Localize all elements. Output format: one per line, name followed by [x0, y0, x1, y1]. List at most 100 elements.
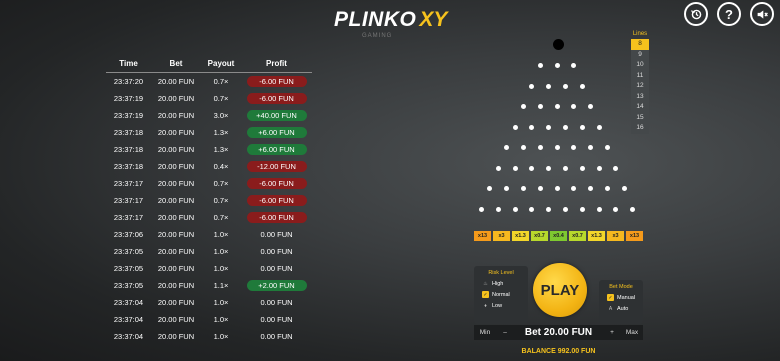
cell-bet: 20.00 FUN	[157, 145, 195, 154]
cell-profit: 0.00 FUN	[260, 315, 293, 324]
peg	[630, 206, 636, 212]
lines-option-11[interactable]: 11	[631, 70, 649, 81]
lines-option-16[interactable]: 16	[631, 123, 649, 134]
cell-bet: 20.00 FUN	[157, 315, 195, 324]
cell-payout: 1.0×	[213, 247, 229, 256]
cell-profit: 0.00 FUN	[260, 298, 293, 307]
peg	[546, 165, 552, 171]
table-row: 23:37:06 20.00 FUN 1.0× 0.00 FUN	[106, 226, 312, 243]
max-bet-button[interactable]: Max	[621, 325, 643, 340]
peg	[529, 165, 535, 171]
game-logo: PLINKO XY GAMING	[334, 8, 447, 40]
peg	[571, 63, 577, 68]
cell-profit: 0.00 FUN	[260, 230, 293, 239]
bet-amount-bar: Min – Bet 20.00 FUN + Max	[474, 325, 643, 340]
lines-option-8[interactable]: 8	[631, 39, 649, 50]
peg	[562, 165, 568, 171]
history-icon[interactable]	[684, 2, 708, 26]
lines-option-12[interactable]: 12	[631, 81, 649, 92]
bet-mode-option-manual[interactable]: ✓ Manual	[599, 294, 643, 301]
header-time: Time	[119, 58, 138, 68]
table-row: 23:37:18 20.00 FUN 1.3× +6.00 FUN	[106, 141, 312, 158]
logo-subtitle: GAMING	[362, 33, 393, 39]
peg	[529, 83, 535, 89]
peg	[579, 165, 585, 171]
bet-mode-panel: Bet Mode ✓ Manual A Auto	[599, 280, 643, 324]
bet-mode-option-auto[interactable]: A Auto	[599, 305, 643, 312]
peg	[571, 104, 577, 109]
lines-option-13[interactable]: 13	[631, 91, 649, 102]
peg	[537, 63, 543, 68]
multiplier-slot: x0.4	[550, 231, 567, 241]
table-row: 23:37:04 20.00 FUN 1.0× 0.00 FUN	[106, 328, 312, 345]
top-toolbar: ?	[684, 2, 774, 26]
risk-option-low[interactable]: ♦ Low	[474, 302, 528, 309]
cell-profit: -6.00 FUN	[246, 212, 307, 223]
cell-profit: -6.00 FUN	[246, 93, 307, 104]
peg	[512, 206, 518, 212]
cell-payout: 1.3×	[213, 145, 229, 154]
cell-bet: 20.00 FUN	[157, 196, 195, 205]
cell-bet: 20.00 FUN	[157, 162, 195, 171]
multiplier-slot: x0.7	[531, 231, 548, 241]
cell-profit: -6.00 FUN	[246, 76, 307, 87]
table-row: 23:37:17 20.00 FUN 0.7× -6.00 FUN	[106, 209, 312, 226]
peg	[478, 206, 484, 212]
cell-bet: 20.00 FUN	[157, 264, 195, 273]
cell-profit: 0.00 FUN	[260, 332, 293, 341]
cell-time: 23:37:05	[113, 247, 144, 256]
peg	[604, 145, 610, 150]
peg	[512, 165, 518, 171]
cell-bet: 20.00 FUN	[157, 77, 195, 86]
plinko-ball	[553, 39, 564, 50]
lines-selector: Lines 8 9 10 11 12 13 14 15 16	[631, 31, 649, 134]
help-icon[interactable]: ?	[717, 2, 741, 26]
lines-option-14[interactable]: 14	[631, 102, 649, 113]
decrease-bet-button[interactable]: –	[496, 325, 514, 340]
cell-payout: 0.7×	[213, 77, 229, 86]
cell-time: 23:37:05	[113, 264, 144, 273]
multiplier-slot: x3	[493, 231, 510, 241]
balance-display: BALANCE 992.00 FUN	[521, 348, 596, 355]
lines-option-15[interactable]: 15	[631, 112, 649, 123]
table-header: Time Bet Payout Profit	[106, 54, 312, 73]
cell-payout: 1.0×	[213, 315, 229, 324]
lines-option-10[interactable]: 10	[631, 60, 649, 71]
peg	[529, 124, 535, 130]
peg	[596, 165, 602, 171]
lines-option-9[interactable]: 9	[631, 49, 649, 60]
peg	[537, 145, 543, 150]
risk-option-normal[interactable]: ✓ Normal	[474, 291, 528, 298]
peg	[529, 206, 535, 212]
min-bet-button[interactable]: Min	[474, 325, 496, 340]
sound-muted-icon[interactable]	[750, 2, 774, 26]
cell-time: 23:37:06	[113, 230, 144, 239]
cell-time: 23:37:17	[113, 179, 144, 188]
header-bet: Bet	[169, 58, 183, 68]
peg	[546, 124, 552, 130]
table-row: 23:37:17 20.00 FUN 0.7× -6.00 FUN	[106, 175, 312, 192]
multiplier-slot: x1.3	[512, 231, 529, 241]
cell-time: 23:37:18	[113, 162, 144, 171]
peg	[554, 63, 560, 68]
table-row: 23:37:17 20.00 FUN 0.7× -6.00 FUN	[106, 192, 312, 209]
cell-profit: -12.00 FUN	[246, 161, 307, 172]
cell-time: 23:37:18	[113, 128, 144, 137]
check-icon: ✓	[607, 294, 614, 301]
multiplier-slot: x1.3	[588, 231, 605, 241]
flame-icon: ♨	[483, 280, 488, 287]
risk-option-high[interactable]: ♨ High	[474, 280, 528, 287]
cell-time: 23:37:19	[113, 94, 144, 103]
play-button[interactable]: PLAY	[533, 263, 587, 317]
peg	[579, 124, 585, 130]
cell-bet: 20.00 FUN	[157, 332, 195, 341]
cell-time: 23:37:19	[113, 111, 144, 120]
peg	[504, 186, 510, 191]
peg	[562, 206, 568, 212]
cell-time: 23:37:17	[113, 196, 144, 205]
cell-bet: 20.00 FUN	[157, 179, 195, 188]
cell-profit: +40.00 FUN	[246, 110, 307, 121]
increase-bet-button[interactable]: +	[603, 325, 621, 340]
bet-amount: Bet 20.00 FUN	[524, 327, 593, 338]
cell-payout: 1.0×	[213, 230, 229, 239]
